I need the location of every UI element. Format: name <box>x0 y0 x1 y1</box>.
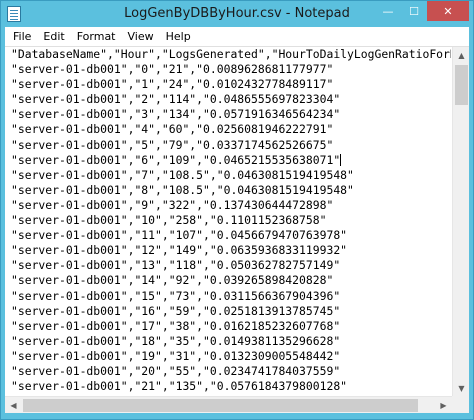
text-line[interactable]: "server-01-db001","11","107","0.04566794… <box>11 228 451 243</box>
text-line[interactable]: "server-01-db001","14","92","0.039265898… <box>11 273 451 288</box>
window-frame-bottom <box>1 413 473 419</box>
text-line[interactable]: "server-01-db001","21","135","0.05761843… <box>11 379 451 394</box>
text-content[interactable]: "DatabaseName","Hour","LogsGenerated","H… <box>11 47 451 396</box>
title-bar[interactable]: LogGenByDBByHour.csv - Notepad — ☐ ✕ <box>1 1 473 27</box>
text-line[interactable]: "server-01-db001","4","60","0.0256081946… <box>11 122 451 137</box>
text-line[interactable]: "server-01-db001","17","38","0.016218523… <box>11 319 451 334</box>
text-line[interactable]: "server-01-db001","19","31","0.013230900… <box>11 349 451 364</box>
notepad-window: LogGenByDBByHour.csv - Notepad — ☐ ✕ Fil… <box>0 0 474 420</box>
text-caret <box>340 153 342 166</box>
menu-help[interactable]: Help <box>160 27 197 46</box>
text-line[interactable]: "server-01-db001","12","149","0.06359368… <box>11 243 451 258</box>
text-line[interactable]: "server-01-db001","20","55","0.023474178… <box>11 364 451 379</box>
scroll-down-icon[interactable]: ▼ <box>453 380 469 396</box>
text-line[interactable]: "server-01-db001","7","108.5","0.0463081… <box>11 168 451 183</box>
text-line[interactable]: "server-01-db001","1","24","0.0102432778… <box>11 77 451 92</box>
maximize-button[interactable]: ☐ <box>401 1 427 21</box>
text-line[interactable]: "server-01-db001","13","118","0.05036278… <box>11 258 451 273</box>
text-line[interactable]: "server-01-db001","5","79","0.0337174562… <box>11 138 451 153</box>
minimize-button[interactable]: — <box>375 1 401 21</box>
menu-bar: File Edit Format View Help <box>5 27 469 46</box>
text-line[interactable]: "server-01-db001","9","322","0.137430644… <box>11 198 451 213</box>
menu-file[interactable]: File <box>7 27 37 46</box>
text-line[interactable]: "server-01-db001","16","59","0.025181391… <box>11 304 451 319</box>
menu-view[interactable]: View <box>122 27 160 46</box>
text-line[interactable]: "server-01-db001","8","108.5","0.0463081… <box>11 183 451 198</box>
scroll-up-icon[interactable]: ▲ <box>453 47 469 64</box>
text-line[interactable]: "server-01-db001","0","21","0.0089628681… <box>11 62 451 77</box>
horizontal-scrollbar[interactable]: ◀ ▶ <box>5 396 452 413</box>
menu-edit[interactable]: Edit <box>37 27 70 46</box>
menu-format[interactable]: Format <box>71 27 122 46</box>
text-line[interactable]: "server-01-db001","18","35","0.014938113… <box>11 334 451 349</box>
horizontal-scroll-thumb[interactable] <box>23 399 418 412</box>
close-button[interactable]: ✕ <box>427 1 469 21</box>
vertical-scrollbar[interactable]: ▲ ▼ <box>452 47 469 396</box>
text-line[interactable]: "server-01-db001","15","73","0.031156636… <box>11 289 451 304</box>
scroll-left-icon[interactable]: ◀ <box>5 397 22 414</box>
text-line[interactable]: "server-01-db001","10","258","0.11011523… <box>11 213 451 228</box>
scroll-right-icon[interactable]: ▶ <box>435 397 452 414</box>
text-editor[interactable]: "DatabaseName","Hour","LogsGenerated","H… <box>5 46 469 396</box>
text-line[interactable]: "DatabaseName","Hour","LogsGenerated","H… <box>11 47 451 62</box>
vertical-scroll-thumb[interactable] <box>455 65 468 105</box>
text-line[interactable]: "server-01-db001","2","114","0.048655569… <box>11 92 451 107</box>
text-line[interactable]: "server-01-db001","3","134","0.057191634… <box>11 107 451 122</box>
text-line[interactable]: "server-01-db001","6","109","0.046521553… <box>11 153 451 168</box>
window-controls: — ☐ ✕ <box>375 1 469 21</box>
size-grip[interactable] <box>452 396 469 413</box>
